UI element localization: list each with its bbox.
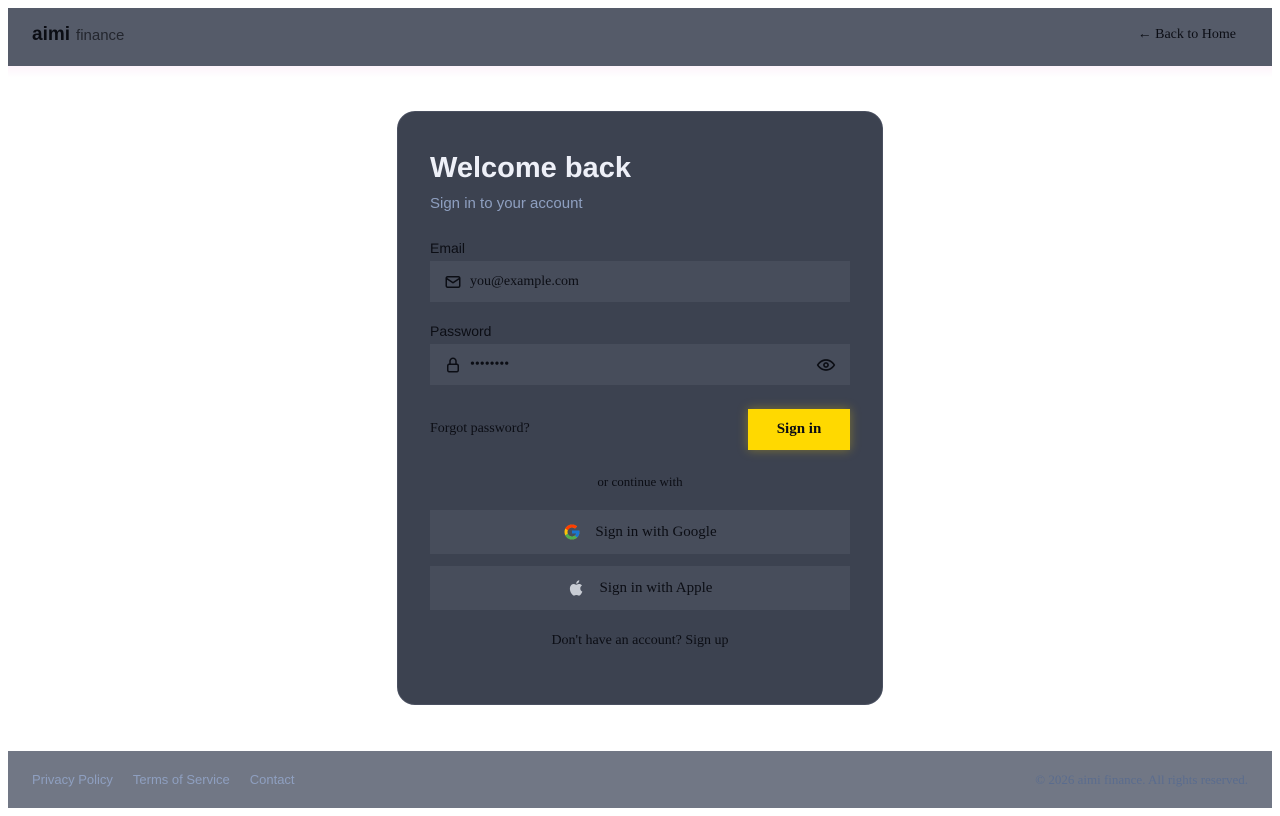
password-field[interactable] bbox=[430, 344, 850, 385]
contact-link[interactable]: Contact bbox=[250, 772, 295, 787]
password-input[interactable] bbox=[470, 344, 800, 385]
email-input[interactable] bbox=[470, 261, 800, 302]
page-title: Welcome back bbox=[430, 152, 631, 184]
page-footer: Privacy Policy Terms of Service Contact … bbox=[8, 751, 1272, 808]
brand-tagline: finance bbox=[76, 27, 125, 44]
lock-icon bbox=[447, 357, 459, 373]
brand-logo[interactable]: aimi finance bbox=[32, 24, 124, 46]
google-signin-label: Sign in with Google bbox=[595, 523, 717, 540]
back-to-home-link[interactable]: ← Back to Home bbox=[1138, 27, 1236, 43]
signup-prompt-text: Don't have an account? bbox=[551, 633, 682, 648]
forgot-password-link[interactable]: Forgot password? bbox=[430, 421, 530, 437]
page-subtitle: Sign in to your account bbox=[430, 195, 583, 212]
footer-links: Privacy Policy Terms of Service Contact bbox=[32, 772, 315, 787]
top-header: aimi finance ← Back to Home bbox=[8, 8, 1272, 66]
apple-signin-button[interactable]: Sign in with Apple bbox=[430, 566, 850, 610]
privacy-policy-link[interactable]: Privacy Policy bbox=[32, 772, 113, 787]
apple-icon bbox=[569, 580, 582, 596]
email-field[interactable] bbox=[430, 261, 850, 302]
google-signin-button[interactable]: Sign in with Google bbox=[430, 510, 850, 554]
password-label: Password bbox=[430, 323, 492, 339]
terms-of-service-link[interactable]: Terms of Service bbox=[133, 772, 230, 787]
apple-signin-label: Sign in with Apple bbox=[599, 579, 713, 596]
or-continue-with-divider: or continue with bbox=[597, 474, 683, 489]
brand-name: aimi bbox=[32, 24, 71, 45]
email-label: Email bbox=[430, 240, 466, 256]
sign-in-button[interactable]: Sign in bbox=[748, 409, 850, 450]
google-icon bbox=[564, 524, 580, 540]
login-card: Welcome back Sign in to your account Ema… bbox=[397, 111, 883, 705]
copyright-text: © 2026 aimi finance. All rights reserved… bbox=[1035, 772, 1248, 787]
signup-prompt: Don't have an account? Sign up bbox=[398, 633, 882, 649]
header-divider bbox=[8, 66, 1272, 78]
mail-icon bbox=[445, 276, 461, 288]
eye-icon[interactable] bbox=[816, 355, 836, 375]
sign-up-link[interactable]: Sign up bbox=[685, 633, 728, 648]
